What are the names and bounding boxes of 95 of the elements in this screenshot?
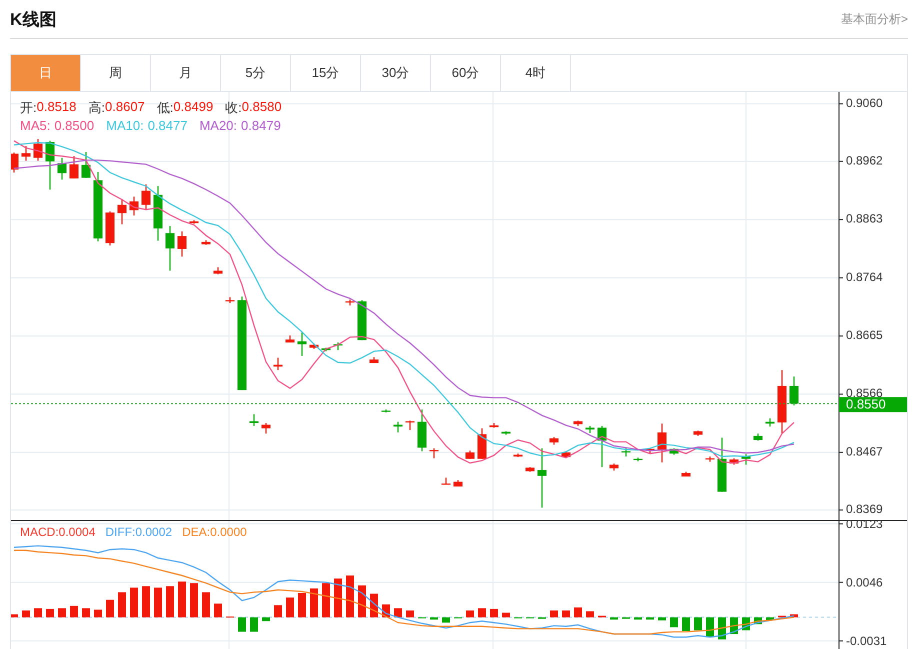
candlestick	[82, 152, 90, 178]
moving-average-label: MA20:	[199, 118, 238, 133]
candlestick	[538, 448, 546, 508]
price-axis-label: 0.8665	[846, 328, 883, 342]
candlestick	[394, 422, 402, 432]
candlestick	[514, 454, 522, 458]
macd-axis-label: -0.0031	[846, 634, 887, 648]
moving-average-value: 0.8479	[241, 118, 281, 133]
quote-label: 高:	[88, 99, 106, 117]
page-title: K线图	[10, 8, 56, 30]
candlestick	[550, 437, 558, 445]
candlestick	[334, 342, 342, 350]
quote-label: 收:	[225, 99, 242, 117]
price-axis-label: 0.8962	[846, 153, 883, 168]
quote-label: 开:	[20, 99, 37, 117]
candlestick	[610, 464, 618, 471]
candlestick	[730, 458, 738, 465]
price-axis-label: 0.8863	[846, 212, 883, 226]
candlestick	[634, 458, 642, 462]
candlestick	[190, 220, 198, 224]
candlestick	[790, 376, 798, 406]
candlestick	[346, 300, 354, 306]
candlestick	[670, 448, 678, 455]
candlestick	[454, 480, 462, 486]
candlestick	[562, 451, 570, 458]
candlestick	[166, 226, 174, 271]
indicator-value: 0.0002	[135, 525, 172, 539]
candlestick	[70, 156, 78, 178]
current-price-tag: 0.8550	[839, 396, 907, 412]
candlestick	[718, 438, 726, 492]
quote-label: 低:	[156, 99, 174, 117]
quote-value: 0.8499	[173, 99, 214, 116]
candlestick	[490, 423, 498, 428]
candlestick	[742, 454, 750, 465]
candlestick	[322, 348, 330, 352]
candlestick	[142, 184, 150, 210]
candlestick	[214, 267, 222, 274]
macd-axis-label: 0.0046	[846, 575, 883, 590]
candlestick	[502, 431, 510, 435]
candlestick	[298, 332, 306, 356]
moving-average-value: 0.8500	[54, 118, 94, 133]
candlestick	[766, 418, 774, 427]
quote-value: 0.8607	[105, 99, 145, 116]
moving-average-label: MA5:	[20, 118, 50, 133]
candlestick	[310, 344, 318, 349]
indicator-value: 0.0000	[210, 525, 247, 539]
candlestick	[46, 140, 54, 190]
candlestick	[370, 357, 378, 364]
candlestick	[754, 434, 762, 441]
indicator-label: MACD:	[20, 525, 59, 539]
candlestick	[34, 139, 42, 161]
candlestick	[130, 196, 138, 216]
indicator-value: 0.0004	[58, 525, 96, 539]
moving-average-value: 0.8477	[148, 118, 188, 133]
candlestick	[262, 423, 270, 434]
candlestick	[358, 300, 366, 340]
candlestick	[418, 409, 426, 452]
price-axis-label: 0.8467	[846, 444, 883, 458]
candlestick	[682, 472, 690, 476]
candlestick	[574, 420, 582, 426]
candlestick	[646, 448, 654, 454]
candlestick	[430, 448, 438, 458]
candlestick	[11, 152, 18, 173]
candlestick	[382, 409, 390, 412]
candlestick	[658, 424, 666, 462]
moving-average-label: MA10:	[106, 118, 144, 133]
candlestick	[250, 414, 258, 426]
indicator-label: DIFF:	[105, 525, 136, 539]
candlestick	[274, 358, 282, 370]
candlestick	[442, 478, 450, 485]
price-axis-label: 0.8369	[846, 502, 883, 516]
candlestick	[526, 467, 534, 472]
candlestick	[58, 158, 66, 180]
candlestick	[286, 335, 294, 342]
price-axis-label: 0.8764	[846, 270, 883, 284]
candlestick	[118, 199, 126, 224]
candlestick	[22, 146, 30, 161]
candlestick	[706, 456, 714, 462]
candlestick	[586, 426, 594, 433]
candlestick	[94, 172, 102, 242]
candlestick	[478, 428, 486, 459]
candlestick	[406, 420, 414, 430]
candlestick	[598, 426, 606, 468]
quote-value: 0.8518	[36, 99, 76, 116]
price-axis-label: 0.9060	[846, 96, 883, 110]
candlestick	[694, 430, 702, 436]
candlestick	[226, 297, 234, 304]
candlestick	[154, 186, 162, 241]
quote-value: 0.8580	[242, 99, 282, 116]
candlestick	[106, 211, 114, 246]
candlestick	[778, 370, 786, 434]
candlestick	[622, 448, 630, 456]
candlestick	[202, 240, 210, 245]
candlestick	[178, 231, 186, 257]
indicator-label: DEA:	[182, 525, 210, 539]
